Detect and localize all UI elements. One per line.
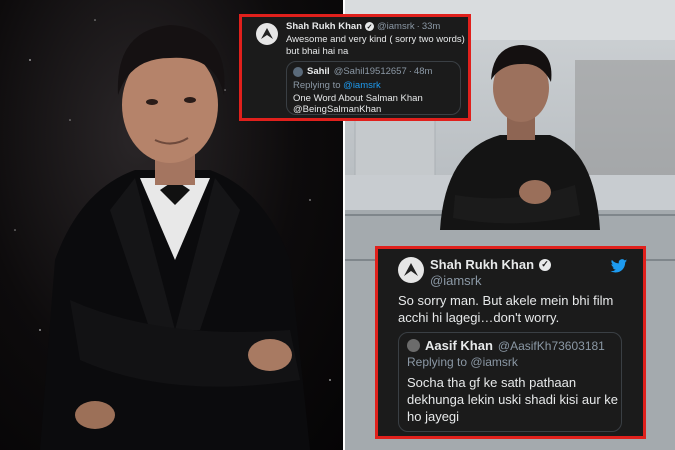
quoted-author-name[interactable]: Sahil: [307, 66, 330, 77]
quoted-text-line2: @BeingSalmanKhan: [293, 104, 382, 115]
quoted-tweet[interactable]: Aasif Khan @AasifKh73603181 Replying to …: [398, 332, 622, 432]
quoted-tweet[interactable]: Sahil @Sahil19512657 · 48m Replying to @…: [286, 61, 461, 115]
quoted-text-line2: dekhunga lekin uski shadi kisi aur ke: [407, 392, 619, 407]
quoted-time[interactable]: 48m: [414, 66, 432, 77]
replying-to-label: Replying to: [293, 80, 341, 91]
tweet-text-line2: acchi hi lagegi…don't worry.: [398, 310, 560, 325]
author-handle[interactable]: @iamsrk: [377, 21, 415, 32]
verified-badge-icon: ✓: [539, 258, 552, 271]
avatar[interactable]: [256, 23, 278, 45]
verified-badge-icon: ✓: [365, 22, 375, 31]
quoted-author-name[interactable]: Aasif Khan: [425, 338, 493, 353]
bottom-tweet-card[interactable]: Shah Rukh Khan ✓ @iamsrk So sorry man. B…: [375, 246, 646, 439]
top-tweet-card[interactable]: Shah Rukh Khan ✓ @iamsrk · 33m Awesome a…: [239, 14, 471, 121]
quoted-avatar[interactable]: [407, 339, 420, 352]
avatar-logo-icon: [261, 28, 273, 39]
quoted-handle[interactable]: @AasifKh73603181: [498, 339, 605, 353]
author-handle[interactable]: @iamsrk: [430, 273, 481, 288]
replying-to-label: Replying to: [407, 355, 468, 369]
tweet-text-line1: So sorry man. But akele mein bhi film: [398, 293, 614, 308]
author-name[interactable]: Shah Rukh Khan: [430, 257, 534, 272]
twitter-bird-icon[interactable]: [610, 259, 628, 274]
tweet-text-line1: Awesome and very kind ( sorry two words): [286, 34, 465, 45]
author-name[interactable]: Shah Rukh Khan: [286, 21, 362, 32]
quoted-text-line3: ho jayegi: [407, 409, 460, 424]
avatar-logo-icon: [404, 263, 418, 276]
quoted-handle[interactable]: @Sahil19512657: [334, 66, 407, 77]
dot-separator: ·: [408, 66, 412, 77]
quoted-text-line1: Socha tha gf ke sath pathaan: [407, 375, 577, 390]
tweet-time[interactable]: 33m: [422, 21, 440, 32]
replying-to-handle[interactable]: @iamsrk: [470, 355, 518, 369]
quoted-text-line1: One Word About Salman Khan: [293, 93, 423, 104]
tweet-text-line2: but bhai hai na: [286, 46, 349, 57]
quoted-avatar[interactable]: [293, 66, 303, 77]
avatar[interactable]: [398, 257, 424, 283]
dot-separator: ·: [416, 21, 420, 32]
replying-to-handle[interactable]: @iamsrk: [343, 80, 381, 91]
